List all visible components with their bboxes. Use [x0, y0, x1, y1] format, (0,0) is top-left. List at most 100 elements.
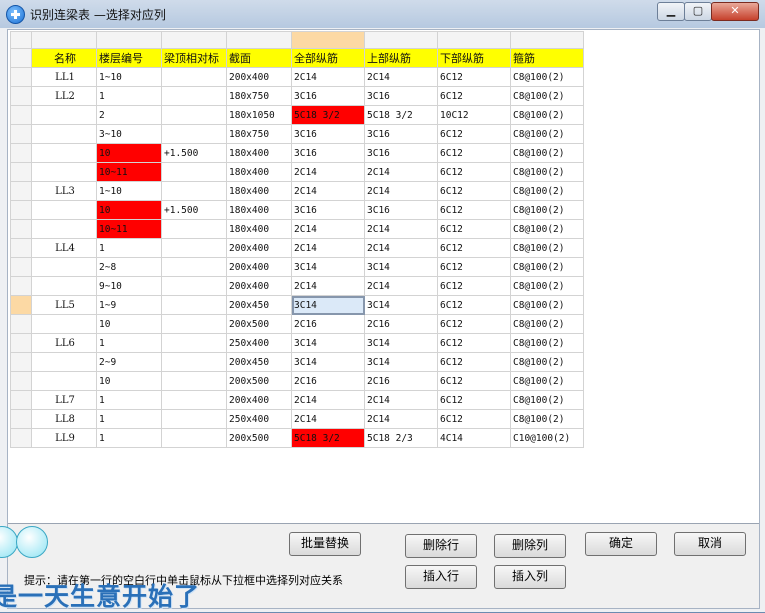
table-cell[interactable]: C8@100(2)	[510, 67, 584, 87]
table-cell[interactable]: C8@100(2)	[510, 200, 584, 220]
table-cell[interactable]: +1.500	[161, 143, 227, 163]
table-cell[interactable]: C8@100(2)	[510, 390, 584, 410]
table-cell[interactable]: LL5	[31, 295, 97, 315]
table-cell[interactable]: 3C14	[291, 295, 365, 315]
table-cell[interactable]: C8@100(2)	[510, 105, 584, 125]
table-cell[interactable]	[31, 143, 97, 163]
table-cell[interactable]: C8@100(2)	[510, 181, 584, 201]
table-cell[interactable]: 6C12	[437, 67, 511, 87]
table-cell[interactable]: 2~8	[96, 257, 162, 277]
table-cell[interactable]: 200x400	[226, 238, 292, 258]
table-cell[interactable]: 3C14	[364, 295, 438, 315]
mapping-dropdown-cell[interactable]	[226, 31, 292, 49]
row-header[interactable]	[10, 86, 32, 106]
column-header-cell[interactable]: 箍筋	[510, 48, 584, 68]
table-cell[interactable]: C8@100(2)	[510, 276, 584, 296]
column-header-cell[interactable]: 全部纵筋	[291, 48, 365, 68]
row-header[interactable]	[10, 162, 32, 182]
row-header[interactable]	[10, 371, 32, 391]
table-cell[interactable]: 10~11	[96, 162, 162, 182]
row-header[interactable]	[10, 181, 32, 201]
table-cell[interactable]	[161, 181, 227, 201]
table-cell[interactable]	[31, 276, 97, 296]
table-cell[interactable]: 3C16	[364, 143, 438, 163]
table-cell[interactable]: C8@100(2)	[510, 143, 584, 163]
table-cell[interactable]	[161, 238, 227, 258]
table-cell[interactable]: 180x400	[226, 162, 292, 182]
table-cell[interactable]: 10	[96, 143, 162, 163]
batch-replace-button[interactable]: 批量替换	[289, 532, 361, 556]
table-cell[interactable]	[31, 352, 97, 372]
table-cell[interactable]: 10C12	[437, 105, 511, 125]
mapping-dropdown-cell[interactable]	[96, 31, 162, 49]
table-cell[interactable]: 1	[96, 428, 162, 448]
table-cell[interactable]: 6C12	[437, 162, 511, 182]
row-header[interactable]	[10, 352, 32, 372]
table-cell[interactable]: 2C14	[291, 67, 365, 87]
table-cell[interactable]: 3C14	[364, 352, 438, 372]
row-header[interactable]	[10, 124, 32, 144]
table-cell[interactable]: 200x500	[226, 371, 292, 391]
table-cell[interactable]	[161, 124, 227, 144]
table-cell[interactable]: 3C14	[291, 257, 365, 277]
column-header-cell[interactable]: 名称	[31, 48, 97, 68]
table-cell[interactable]: C8@100(2)	[510, 371, 584, 391]
table-cell[interactable]: 5C18 3/2	[364, 105, 438, 125]
table-cell[interactable]: 1	[96, 409, 162, 429]
table-cell[interactable]: 200x400	[226, 257, 292, 277]
table-cell[interactable]: C8@100(2)	[510, 333, 584, 353]
row-header[interactable]	[10, 409, 32, 429]
table-cell[interactable]: 6C12	[437, 124, 511, 144]
table-cell[interactable]	[161, 257, 227, 277]
table-cell[interactable]: 6C12	[437, 143, 511, 163]
table-cell[interactable]: 3C16	[291, 124, 365, 144]
table-cell[interactable]	[31, 219, 97, 239]
table-cell[interactable]: 200x500	[226, 314, 292, 334]
table-cell[interactable]: 2C14	[364, 67, 438, 87]
table-cell[interactable]: +1.500	[161, 200, 227, 220]
table-cell[interactable]: C8@100(2)	[510, 409, 584, 429]
table-cell[interactable]: 250x400	[226, 409, 292, 429]
table-cell[interactable]: 10	[96, 314, 162, 334]
table-cell[interactable]: C8@100(2)	[510, 162, 584, 182]
column-header-cell[interactable]: 梁顶相对标	[161, 48, 227, 68]
table-cell[interactable]: 6C12	[437, 219, 511, 239]
table-cell[interactable]: 6C12	[437, 181, 511, 201]
row-header[interactable]	[10, 428, 32, 448]
table-cell[interactable]: 200x500	[226, 428, 292, 448]
table-cell[interactable]: 2C14	[291, 409, 365, 429]
table-cell[interactable]: C8@100(2)	[510, 219, 584, 239]
table-cell[interactable]: 3C14	[291, 333, 365, 353]
table-cell[interactable]: 1~10	[96, 181, 162, 201]
table-cell[interactable]: 1	[96, 390, 162, 410]
row-header[interactable]	[10, 333, 32, 353]
table-cell[interactable]	[161, 295, 227, 315]
table-cell[interactable]	[31, 257, 97, 277]
title-bar[interactable]: 识别连梁表 —选择对应列 ▁ ▢ ✕	[0, 0, 765, 28]
table-cell[interactable]: LL4	[31, 238, 97, 258]
table-cell[interactable]	[161, 162, 227, 182]
table-cell[interactable]	[31, 314, 97, 334]
table-cell[interactable]: C8@100(2)	[510, 352, 584, 372]
table-cell[interactable]: 200x400	[226, 276, 292, 296]
table-cell[interactable]: C8@100(2)	[510, 257, 584, 277]
table-cell[interactable]: 180x750	[226, 124, 292, 144]
table-cell[interactable]: 3~10	[96, 124, 162, 144]
table-cell[interactable]	[161, 105, 227, 125]
table-cell[interactable]: 6C12	[437, 276, 511, 296]
table-cell[interactable]	[161, 352, 227, 372]
table-cell[interactable]: 2C16	[364, 371, 438, 391]
table-cell[interactable]: 6C12	[437, 371, 511, 391]
row-header[interactable]	[10, 200, 32, 220]
table-cell[interactable]: 2C16	[291, 371, 365, 391]
table-cell[interactable]	[161, 390, 227, 410]
column-header-cell[interactable]: 上部纵筋	[364, 48, 438, 68]
table-cell[interactable]: 3C14	[364, 257, 438, 277]
table-cell[interactable]: 2C14	[291, 162, 365, 182]
table-cell[interactable]: 3C16	[364, 86, 438, 106]
table-cell[interactable]: LL7	[31, 390, 97, 410]
table-cell[interactable]: 6C12	[437, 295, 511, 315]
table-cell[interactable]: 2C14	[291, 276, 365, 296]
table-cell[interactable]	[161, 219, 227, 239]
table-cell[interactable]: 2~9	[96, 352, 162, 372]
